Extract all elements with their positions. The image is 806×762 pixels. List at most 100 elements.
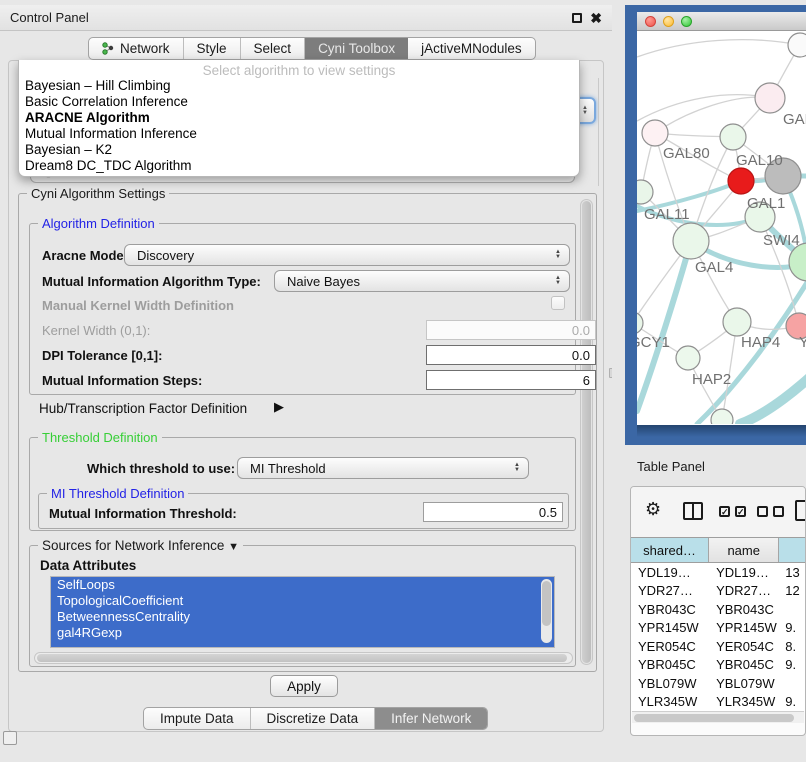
network-view-window: GAL GAL80 GAL10 GAL1 GAL11 SWI4 GAL4 GCY… [637,12,806,425]
table-row[interactable]: YLR345WYLR345W9. [631,693,805,712]
tab-jactivemnodules[interactable]: jActiveMNodules [408,38,535,59]
select-all-icon[interactable]: ✓ [735,506,746,517]
dropdown-item[interactable]: Bayesian – Hill Climbing [19,78,579,94]
mi-threshold-field[interactable]: 0.5 [423,502,563,522]
settings-scrollbar[interactable] [580,199,593,665]
tab-network[interactable]: Network [89,38,184,59]
which-threshold-value: MI Threshold [250,461,326,476]
hub-expand-arrow-icon[interactable]: ▶ [274,399,284,415]
dropdown-item-selected[interactable]: ARACNE Algorithm [19,110,579,126]
table-hscrollbar[interactable] [632,711,804,723]
table-row[interactable]: YDL19…YDL19…13 [631,563,805,582]
close-panel-icon[interactable]: ✖ [590,13,602,23]
float-window-icon[interactable] [572,13,582,23]
group-title: Sources for Network Inference ▼ [38,538,243,553]
kernel-width-label: Kernel Width (0,1): [42,323,150,338]
tab-cyni-toolbox[interactable]: Cyni Toolbox [305,38,408,59]
mi-algorithm-type-label: Mutual Information Algorithm Type: [42,274,261,289]
tab-impute-data[interactable]: Impute Data [144,708,251,729]
tab-style[interactable]: Style [184,38,241,59]
select-all-icon[interactable]: ✓ [719,506,730,517]
node-partial-bottom[interactable] [711,409,733,424]
aracne-mode-combo[interactable]: Discovery ▲▼ [124,244,570,266]
deselect-all-icon[interactable] [773,506,784,517]
data-attributes-list[interactable]: SelfLoops TopologicalCoefficient Between… [50,576,555,648]
data-attributes-label: Data Attributes [40,558,136,573]
node-label: GAL11 [644,206,690,223]
table-row[interactable]: YBR045CYBR045C9. [631,656,805,675]
collapse-arrow-icon[interactable]: ▼ [228,541,239,553]
mi-threshold-label: Mutual Information Threshold: [49,506,237,521]
node-hap4[interactable] [723,308,751,336]
cell: YDL19… [631,565,709,580]
minimize-traffic-light[interactable] [663,16,674,27]
table-panel: ⚙ ✓ ✓ shared… name YDL19…YDL19…13 YDR27…… [630,486,806,736]
mi-steps-field[interactable]: 6 [426,370,596,390]
sources-hscrollbar[interactable] [34,652,573,664]
dropdown-item[interactable]: Dream8 DC_TDC Algorithm [19,158,579,174]
dropdown-item[interactable]: Basic Correlation Inference [19,94,579,110]
tab-infer-network[interactable]: Infer Network [375,708,487,729]
node-hap2[interactable] [676,346,700,370]
network-canvas[interactable]: GAL GAL80 GAL10 GAL1 GAL11 SWI4 GAL4 GCY… [637,31,806,424]
column-header-partial[interactable] [779,538,805,562]
cell: YLR345W [631,694,709,709]
dropdown-item[interactable]: Bayesian – K2 [19,142,579,158]
sources-title: Sources for Network Inference [42,538,224,553]
page-icon[interactable] [795,500,806,521]
node-gal80[interactable] [642,120,668,146]
mi-algorithm-type-combo[interactable]: Naive Bayes ▲▼ [274,270,570,292]
list-item[interactable]: SelfLoops [51,577,554,593]
list-item[interactable]: BetweennessCentrality [51,609,554,625]
dpi-tolerance-value: 0.0 [572,348,590,363]
mi-steps-value: 6 [583,373,590,388]
cell: YPR145W [631,620,709,635]
list-item[interactable]: TopologicalCoefficient [51,593,554,609]
tab-select[interactable]: Select [241,38,306,59]
split-columns-icon[interactable] [683,502,703,520]
group-title: Cyni Algorithm Settings [27,186,169,201]
node-gal4[interactable] [673,223,709,259]
gear-icon[interactable]: ⚙ [645,499,661,520]
kernel-width-value: 0.0 [572,323,590,338]
which-threshold-combo[interactable]: MI Threshold ▲▼ [237,457,529,479]
apply-button[interactable]: Apply [270,675,338,697]
cell: YBR043C [709,602,779,617]
mi-threshold-value: 0.5 [539,505,557,520]
table-row[interactable]: YDR27…YDR27…12 [631,582,805,601]
combo-arrows-icon: ▲▼ [555,276,561,286]
tab-label: Style [197,41,227,56]
cyni-algorithm-settings-group: Cyni Algorithm Settings Algorithm Defini… [18,193,597,672]
node-partial-top[interactable] [788,33,806,57]
table-row[interactable]: YPR145WYPR145W9. [631,619,805,638]
dpi-tolerance-field[interactable]: 0.0 [426,345,596,365]
node-gcy1[interactable] [637,312,643,334]
tab-discretize-data[interactable]: Discretize Data [251,708,376,729]
node-label: GAL10 [736,152,783,169]
node-gal10[interactable] [720,124,746,150]
dropdown-item[interactable]: Mutual Information Inference [19,126,579,142]
zoom-traffic-light[interactable] [681,16,692,27]
node-gal1-red[interactable] [728,168,754,194]
table-row[interactable]: YER054CYER054C8. [631,637,805,656]
table-row[interactable]: YBL079WYBL079W [631,674,805,693]
table-row[interactable]: YBR043CYBR043C [631,600,805,619]
cell: YBR043C [631,602,709,617]
manual-kernel-width-checkbox[interactable] [551,296,565,310]
dpi-tolerance-label: DPI Tolerance [0,1]: [42,348,162,363]
column-header-name[interactable]: name [709,538,779,562]
cell: YLR345W [709,694,779,709]
network-window-titlebar[interactable] [637,12,806,31]
panel-corner-button[interactable] [3,731,17,745]
hidden-groupbox-border [598,78,599,186]
cell: YDL19… [709,565,779,580]
list-item[interactable]: gal4RGexp [51,625,554,641]
network-tab-icon [102,42,115,55]
column-header-shared-name[interactable]: shared… [631,538,709,562]
close-traffic-light[interactable] [645,16,656,27]
tab-label: Discretize Data [267,711,359,726]
deselect-all-icon[interactable] [757,506,768,517]
algorithm-definition-group: Algorithm Definition Aracne Mode: Discov… [29,223,576,395]
node-gal-partial[interactable] [755,83,785,113]
attr-list-scrollbar[interactable] [541,579,552,643]
